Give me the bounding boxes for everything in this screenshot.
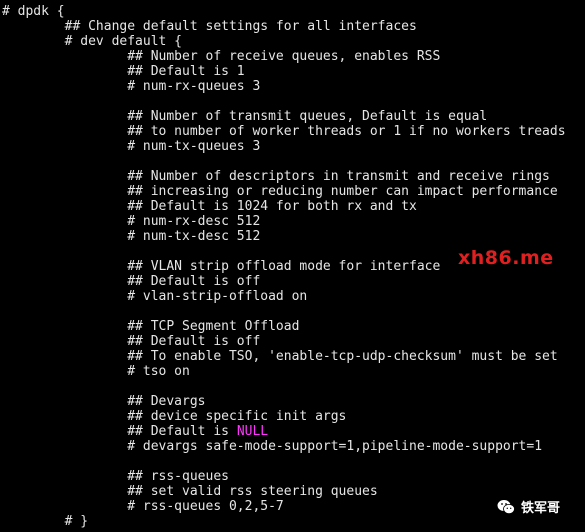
terminal-line: # devargs safe-mode-support=1,pipeline-m… bbox=[2, 439, 543, 454]
terminal-line: # num-tx-queues 3 bbox=[2, 139, 261, 154]
terminal-line: # dpdk { bbox=[2, 4, 65, 19]
terminal-line: # tso on bbox=[2, 364, 190, 379]
terminal-line: ## Default is NULL bbox=[2, 424, 269, 439]
terminal-line: ## To enable TSO, 'enable-tcp-udp-checks… bbox=[2, 349, 558, 364]
terminal-line: ## to number of worker threads or 1 if n… bbox=[2, 124, 566, 139]
terminal-line: # vlan-strip-offload on bbox=[2, 289, 308, 304]
terminal-line: ## TCP Segment Offload bbox=[2, 319, 300, 334]
terminal-line: # num-tx-desc 512 bbox=[2, 229, 261, 244]
terminal-line: # } bbox=[2, 514, 89, 529]
terminal-line: ## Change default settings for all inter… bbox=[2, 19, 417, 34]
terminal-line: ## VLAN strip offload mode for interface bbox=[2, 259, 441, 274]
brand-badge: 铁军哥 bbox=[497, 497, 560, 516]
brand-label: 铁军哥 bbox=[521, 501, 561, 516]
terminal-line: ## Default is 1024 for both rx and tx bbox=[2, 199, 417, 214]
terminal-line: ## Number of receive queues, enables RSS bbox=[2, 49, 441, 64]
terminal-line: ## device specific init args bbox=[2, 409, 347, 424]
terminal-line: ## set valid rss steering queues bbox=[2, 484, 378, 499]
terminal-line: ## Number of descriptors in transmit and… bbox=[2, 169, 550, 184]
terminal-line: ## Number of transmit queues, Default is… bbox=[2, 109, 488, 124]
terminal-line: ## rss-queues bbox=[2, 469, 229, 484]
terminal-line: # rss-queues 0,2,5-7 bbox=[2, 499, 284, 514]
terminal-line: # num-rx-desc 512 bbox=[2, 214, 261, 229]
watermark-text: xh86.me bbox=[458, 247, 554, 269]
terminal-line: ## Devargs bbox=[2, 394, 206, 409]
terminal-line: ## Default is off bbox=[2, 274, 261, 289]
terminal-line: # dev default { bbox=[2, 34, 183, 49]
terminal-line: ## Default is 1 bbox=[2, 64, 245, 79]
terminal-line: # num-rx-queues 3 bbox=[2, 79, 261, 94]
terminal-line: ## increasing or reducing number can imp… bbox=[2, 184, 558, 199]
terminal-line: ## Default is off bbox=[2, 334, 261, 349]
null-keyword: NULL bbox=[236, 424, 269, 439]
wechat-icon bbox=[497, 499, 515, 515]
